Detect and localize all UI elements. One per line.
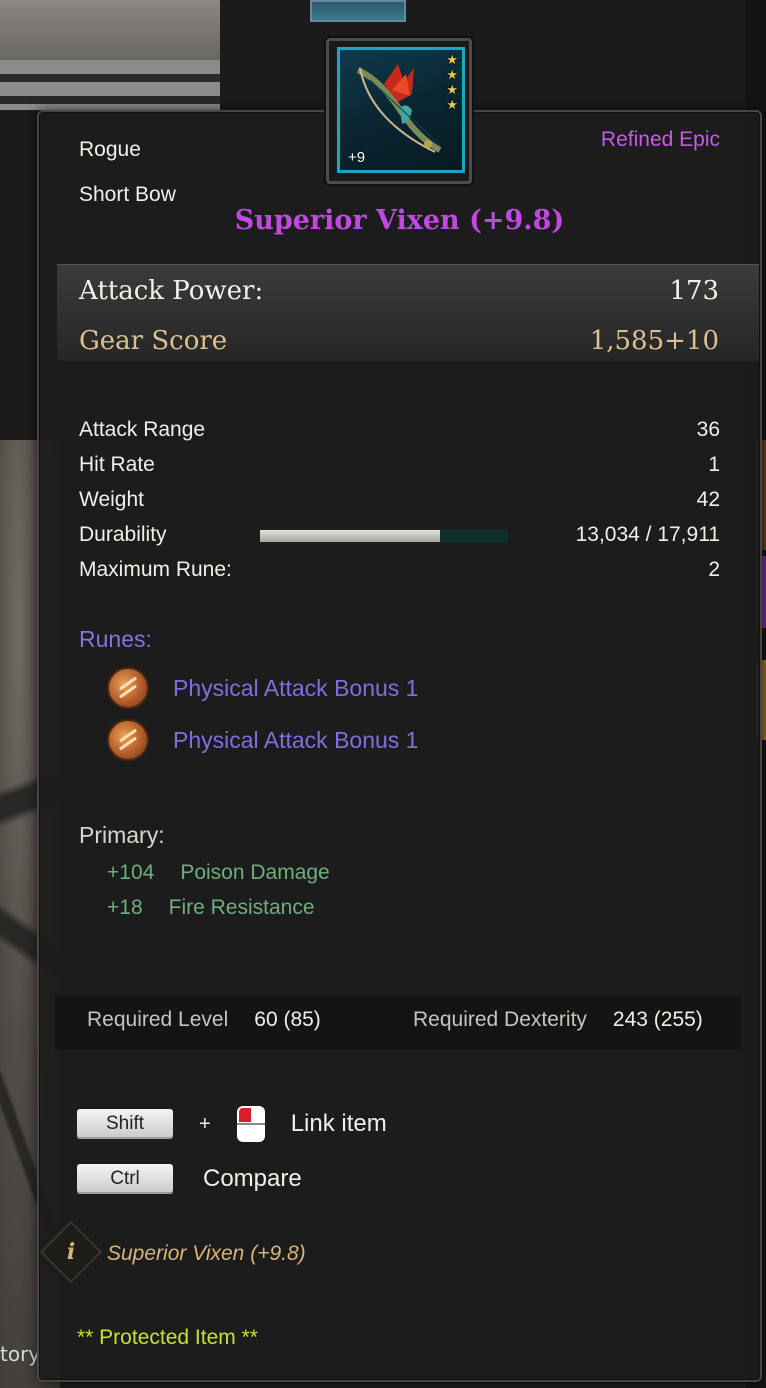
item-name: Superior Vixen (+9.8) [234, 205, 565, 236]
claw-rune-icon [107, 667, 149, 709]
attribute-value: 2 [708, 557, 720, 581]
primary-stat-name: Poison Damage [180, 861, 330, 884]
item-stars: ★ ★ ★ ★ [446, 54, 458, 113]
item-class: Rogue [79, 138, 141, 161]
attribute-row: Maximum Rune: 2 [79, 552, 720, 587]
attack-power-label: Attack Power: [79, 276, 264, 306]
attack-power-value: 173 [669, 276, 719, 306]
durability-bar [260, 530, 508, 542]
background-item-icon [310, 0, 406, 22]
required-dexterity-value: 243 (255) [612, 1008, 703, 1031]
shift-key: Shift [77, 1109, 173, 1139]
ctrl-key: Ctrl [77, 1164, 173, 1194]
rune-name: Physical Attack Bonus 1 [173, 674, 419, 701]
background-stone-top [0, 0, 220, 60]
attribute-label: Weight [79, 487, 144, 511]
attribute-value: 13,034 / 17,911 [575, 522, 720, 546]
attribute-value: 36 [696, 417, 720, 441]
primary-stat-row: +18 Fire Resistance [107, 896, 315, 920]
info-glyph: i [66, 1239, 76, 1265]
star-icon: ★ [446, 53, 458, 68]
attribute-value: 1 [708, 452, 720, 476]
star-icon: ★ [446, 98, 458, 113]
attribute-label: Hit Rate [79, 452, 155, 476]
item-icon-slot: ★ ★ ★ ★ +9 [337, 47, 465, 173]
link-item-hint: Shift + Link item [77, 1106, 387, 1142]
compare-hint: Ctrl Compare [77, 1164, 302, 1194]
info-icon: i [39, 1220, 103, 1284]
item-lore: Superior Vixen (+9.8) [107, 1242, 306, 1265]
protected-item-label: ** Protected Item ** [77, 1326, 258, 1349]
star-icon: ★ [446, 68, 458, 83]
gear-score-value: 1,585+10 [589, 326, 719, 356]
attack-power-row: Attack Power: 173 [79, 276, 719, 306]
item-tooltip: Rogue Short Bow Refined Epic ★ ★ ★ ★ +9 … [37, 38, 762, 1382]
primary-stat-row: +104 Poison Damage [107, 861, 330, 885]
item-grade: Refined Epic [600, 128, 720, 151]
item-icon-frame: ★ ★ ★ ★ +9 [326, 38, 472, 184]
rune-row: Physical Attack Bonus 1 [107, 667, 418, 709]
required-level-value: 60 (85) [254, 1008, 321, 1031]
primary-stat-value: +18 [107, 896, 143, 919]
claw-rune-icon [107, 719, 149, 761]
gear-score-row: Gear Score 1,585+10 [79, 326, 719, 356]
item-enhancement: +9 [348, 149, 366, 166]
mouse-left-click-icon [236, 1106, 265, 1142]
attribute-row: Hit Rate 1 [79, 447, 720, 482]
runes-title: Runes: [79, 626, 152, 652]
durability-fill [260, 530, 441, 542]
key-stats-banner: Attack Power: 173 Gear Score 1,585+10 [57, 264, 759, 362]
attribute-label: Maximum Rune: [79, 557, 232, 581]
star-icon: ★ [446, 83, 458, 98]
attribute-label: Durability [79, 522, 167, 546]
attribute-list: Attack Range 36 Hit Rate 1 Weight 42 Dur… [79, 412, 720, 587]
primary-stat-name: Fire Resistance [168, 896, 315, 919]
rune-row: Physical Attack Bonus 1 [107, 719, 418, 761]
attribute-row: Weight 42 [79, 482, 720, 517]
primary-title: Primary: [79, 822, 165, 848]
compare-label: Compare [203, 1165, 302, 1192]
primary-stat-value: +104 [107, 861, 155, 884]
durability-row: Durability 13,034 / 17,911 [79, 517, 720, 552]
item-type: Short Bow [79, 183, 176, 206]
required-dexterity: Required Dexterity 243 (255) [413, 1008, 703, 1032]
required-level-label: Required Level [87, 1008, 229, 1031]
requirements-band: Required Level 60 (85) Required Dexterit… [55, 996, 741, 1050]
plus-sign: + [199, 1112, 211, 1135]
attribute-value: 42 [696, 487, 720, 511]
required-level: Required Level 60 (85) [87, 1008, 321, 1032]
gear-score-label: Gear Score [79, 326, 228, 356]
required-dexterity-label: Required Dexterity [413, 1008, 587, 1031]
rune-name: Physical Attack Bonus 1 [173, 726, 419, 753]
attribute-row: Attack Range 36 [79, 412, 720, 447]
link-item-label: Link item [290, 1110, 387, 1137]
attribute-label: Attack Range [79, 417, 206, 441]
background-inventory-label: tory [0, 1342, 41, 1366]
background-striped-panel [0, 60, 220, 110]
